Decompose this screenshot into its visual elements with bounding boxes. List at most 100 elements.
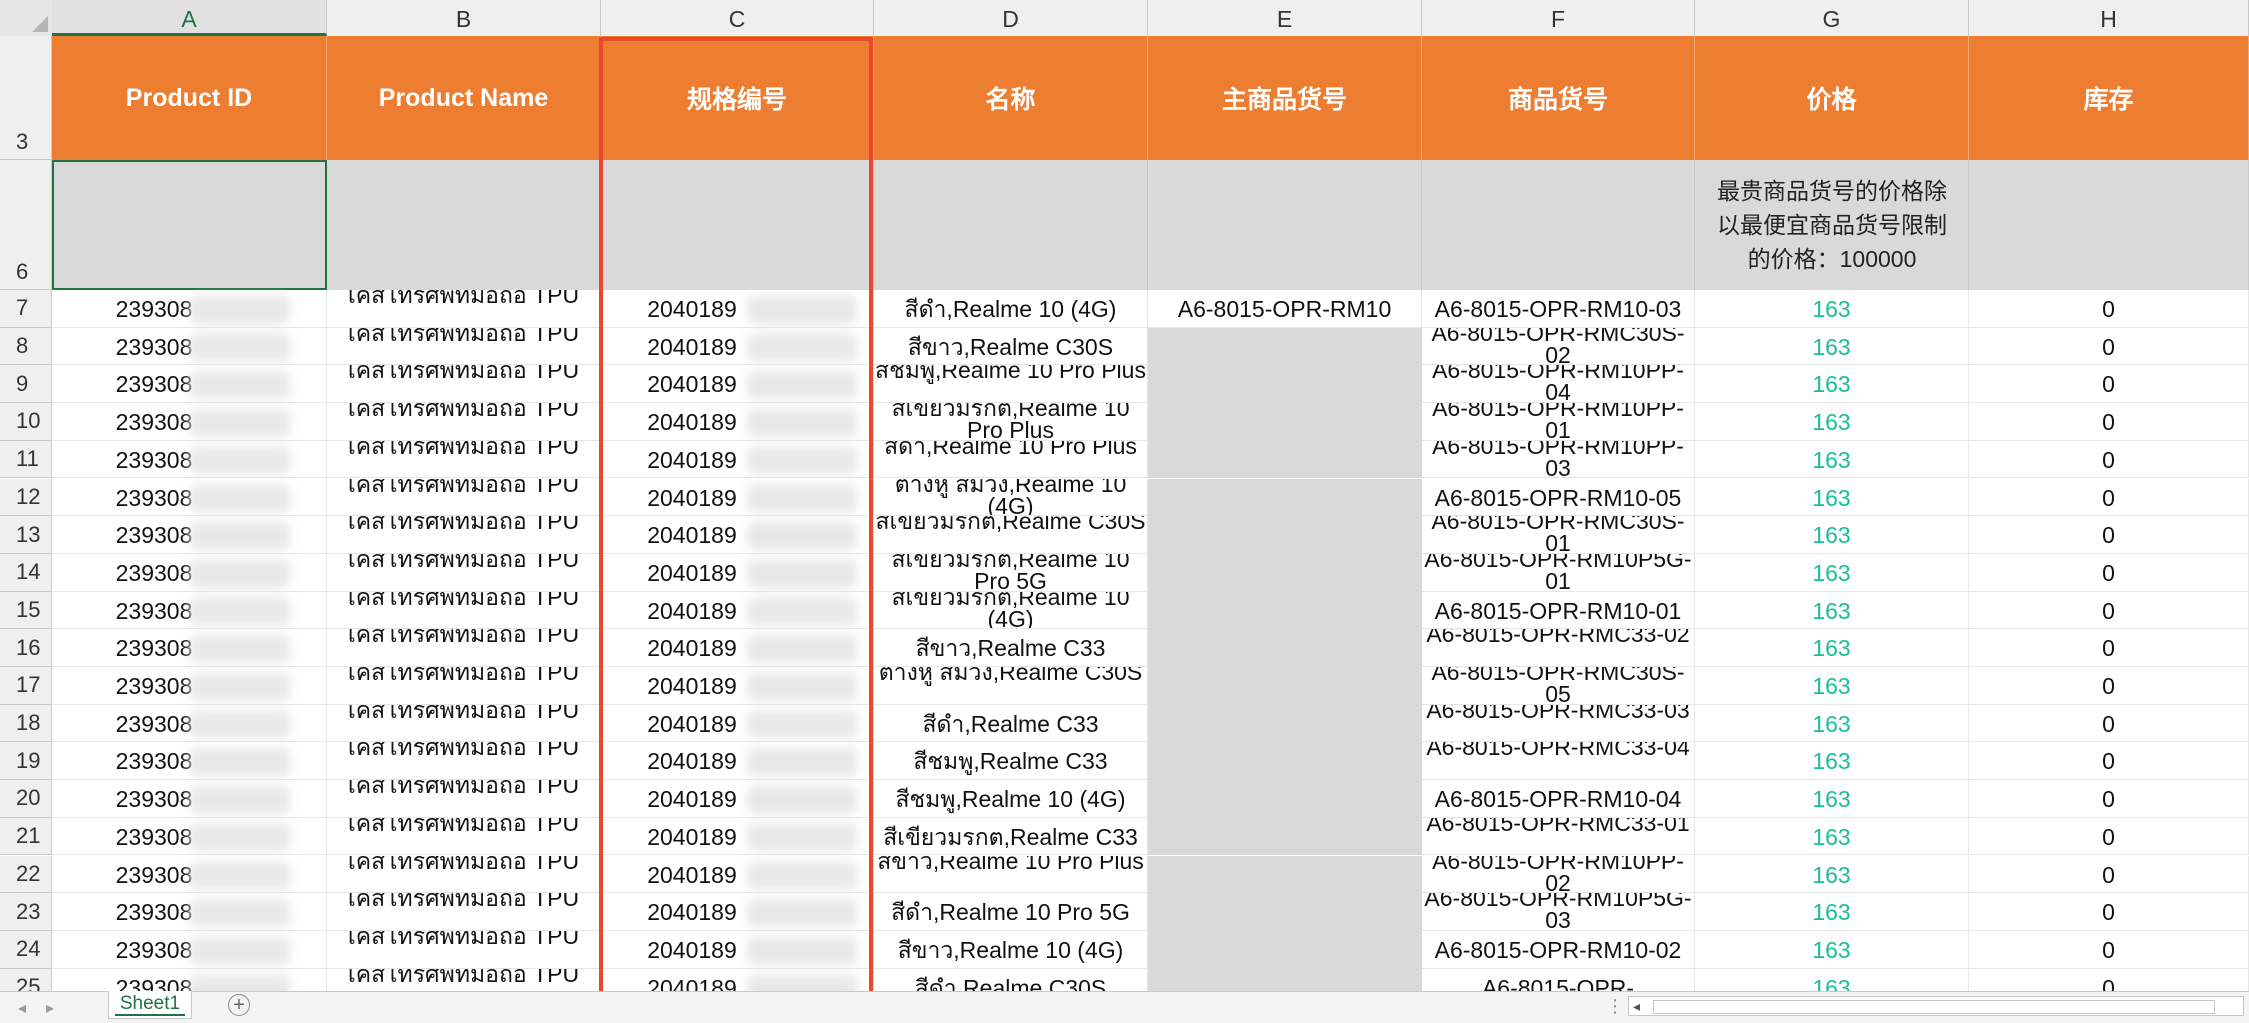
cell-b-19[interactable]: เคสโทรศัพท์มือถือ TPU [327, 742, 601, 781]
cell-h-12[interactable]: 0 [1969, 478, 2249, 517]
cell-f-18[interactable]: A6-8015-OPR-RMC33-03 [1422, 704, 1695, 743]
next-sheet-icon[interactable]: ▸ [46, 998, 54, 1018]
cell-f-13[interactable]: A6-8015-OPR-RMC30S-01 [1422, 516, 1695, 554]
cell-f-20[interactable]: A6-8015-OPR-RM10-04 [1422, 780, 1695, 818]
cell-g-12[interactable]: 163 [1695, 478, 1969, 517]
cell-d-11[interactable]: สีดำ,Realme 10 Pro Plus [874, 440, 1148, 479]
column-header-e[interactable]: E [1148, 0, 1422, 36]
row-header-24[interactable]: 24 [0, 930, 52, 969]
cell-b-17[interactable]: เคสโทรศัพท์มือถือ TPU [327, 667, 601, 705]
prev-sheet-icon[interactable]: ◂ [18, 998, 26, 1018]
row-header-7[interactable]: 7 [0, 290, 52, 328]
cell-g-10[interactable]: 163 [1695, 403, 1969, 441]
cell-b-14[interactable]: เคสโทรศัพท์มือถือ TPU [327, 553, 601, 592]
cell-f-7[interactable]: A6-8015-OPR-RM10-03 [1422, 290, 1695, 328]
header-cell-h[interactable]: 库存 [1969, 36, 2249, 160]
cell-g-23[interactable]: 163 [1695, 893, 1969, 931]
column-header-a[interactable]: A [52, 0, 327, 36]
cell-h-21[interactable]: 0 [1969, 817, 2249, 856]
cell-h-22[interactable]: 0 [1969, 855, 2249, 894]
cell-g-9[interactable]: 163 [1695, 365, 1969, 404]
row-header-19[interactable]: 19 [0, 742, 52, 781]
cell-b-11[interactable]: เคสโทรศัพท์มือถือ TPU [327, 440, 601, 479]
row-header-9[interactable]: 9 [0, 365, 52, 404]
row6-cell-h[interactable] [1969, 160, 2249, 290]
column-header-h[interactable]: H [1969, 0, 2249, 36]
cell-h-23[interactable]: 0 [1969, 893, 2249, 931]
cell-g-19[interactable]: 163 [1695, 742, 1969, 781]
cell-g-13[interactable]: 163 [1695, 516, 1969, 554]
row-header-14[interactable]: 14 [0, 553, 52, 592]
cell-h-9[interactable]: 0 [1969, 365, 2249, 404]
cell-e-15[interactable] [1148, 591, 1422, 630]
cell-g-15[interactable]: 163 [1695, 591, 1969, 630]
cell-d-14[interactable]: สีเขียวมรกต,Realme 10 Pro 5G [874, 553, 1148, 592]
row-header-12[interactable]: 12 [0, 478, 52, 517]
cell-f-15[interactable]: A6-8015-OPR-RM10-01 [1422, 591, 1695, 630]
cell-f-11[interactable]: A6-8015-OPR-RM10PP-03 [1422, 440, 1695, 479]
cell-d-23[interactable]: สีดำ,Realme 10 Pro 5G [874, 893, 1148, 931]
header-cell-a[interactable]: Product ID [52, 36, 327, 160]
row6-cell-d[interactable] [874, 160, 1148, 290]
cell-e-9[interactable] [1148, 365, 1422, 404]
cell-f-22[interactable]: A6-8015-OPR-RM10PP-02 [1422, 855, 1695, 894]
row-header-8[interactable]: 8 [0, 327, 52, 366]
row-header-13[interactable]: 13 [0, 516, 52, 554]
column-header-d[interactable]: D [874, 0, 1148, 36]
cell-h-10[interactable]: 0 [1969, 403, 2249, 441]
header-cell-d[interactable]: 名称 [874, 36, 1148, 160]
cell-h-11[interactable]: 0 [1969, 440, 2249, 479]
row-header-16[interactable]: 16 [0, 629, 52, 667]
cell-f-24[interactable]: A6-8015-OPR-RM10-02 [1422, 930, 1695, 969]
row-header-6[interactable]: 6 [0, 160, 52, 290]
cell-d-7[interactable]: สีดำ,Realme 10 (4G) [874, 290, 1148, 328]
column-header-c[interactable]: C [601, 0, 874, 36]
cell-d-21[interactable]: สีเขียวมรกต,Realme C33 [874, 817, 1148, 856]
cell-d-10[interactable]: สีเขียวมรกต,Realme 10 Pro Plus [874, 403, 1148, 441]
header-cell-g[interactable]: 价格 [1695, 36, 1969, 160]
scrollbar-thumb[interactable] [1653, 1000, 2215, 1014]
cell-d-15[interactable]: สีเขียวมรกต,Realme 10 (4G) [874, 591, 1148, 630]
scroll-left-icon[interactable]: ◂ [1633, 998, 1640, 1015]
cell-f-12[interactable]: A6-8015-OPR-RM10-05 [1422, 478, 1695, 517]
row6-cell-f[interactable] [1422, 160, 1695, 290]
cell-e-23[interactable] [1148, 893, 1422, 931]
row-header-20[interactable]: 20 [0, 780, 52, 818]
cell-f-17[interactable]: A6-8015-OPR-RMC30S-05 [1422, 667, 1695, 705]
row6-cell-a[interactable] [52, 160, 327, 290]
cell-f-21[interactable]: A6-8015-OPR-RMC33-01 [1422, 817, 1695, 856]
cell-h-20[interactable]: 0 [1969, 780, 2249, 818]
cell-e-16[interactable] [1148, 629, 1422, 667]
horizontal-scrollbar[interactable]: ◂ [1628, 996, 2244, 1016]
cell-h-8[interactable]: 0 [1969, 327, 2249, 366]
cell-b-13[interactable]: เคสโทรศัพท์มือถือ TPU [327, 516, 601, 554]
cell-h-16[interactable]: 0 [1969, 629, 2249, 667]
cell-h-19[interactable]: 0 [1969, 742, 2249, 781]
row6-cell-c[interactable] [601, 160, 874, 290]
cell-d-17[interactable]: ต่างหู สีม่วง,Realme C30S [874, 667, 1148, 705]
column-header-f[interactable]: F [1422, 0, 1695, 36]
cell-e-24[interactable] [1148, 930, 1422, 969]
cell-b-8[interactable]: เคสโทรศัพท์มือถือ TPU [327, 327, 601, 366]
cell-d-20[interactable]: สีชมพู,Realme 10 (4G) [874, 780, 1148, 818]
cell-b-16[interactable]: เคสโทรศัพท์มือถือ TPU [327, 629, 601, 667]
cell-h-24[interactable]: 0 [1969, 930, 2249, 969]
cell-e-18[interactable] [1148, 704, 1422, 743]
header-cell-b[interactable]: Product Name [327, 36, 601, 160]
column-header-b[interactable]: B [327, 0, 601, 36]
cell-g-24[interactable]: 163 [1695, 930, 1969, 969]
cell-f-14[interactable]: A6-8015-OPR-RM10P5G-01 [1422, 553, 1695, 592]
cell-d-12[interactable]: ต่างหู สีม่วง,Realme 10 (4G) [874, 478, 1148, 517]
row6-cell-b[interactable] [327, 160, 601, 290]
row-header-22[interactable]: 22 [0, 855, 52, 894]
header-cell-f[interactable]: 商品货号 [1422, 36, 1695, 160]
cell-g-21[interactable]: 163 [1695, 817, 1969, 856]
cell-e-14[interactable] [1148, 553, 1422, 592]
cell-e-20[interactable] [1148, 780, 1422, 818]
cell-g-8[interactable]: 163 [1695, 327, 1969, 366]
cell-e-11[interactable] [1148, 440, 1422, 479]
cell-e-17[interactable] [1148, 667, 1422, 705]
cell-e-13[interactable] [1148, 516, 1422, 554]
cell-f-19[interactable]: A6-8015-OPR-RMC33-04 [1422, 742, 1695, 781]
cell-e-19[interactable] [1148, 742, 1422, 781]
